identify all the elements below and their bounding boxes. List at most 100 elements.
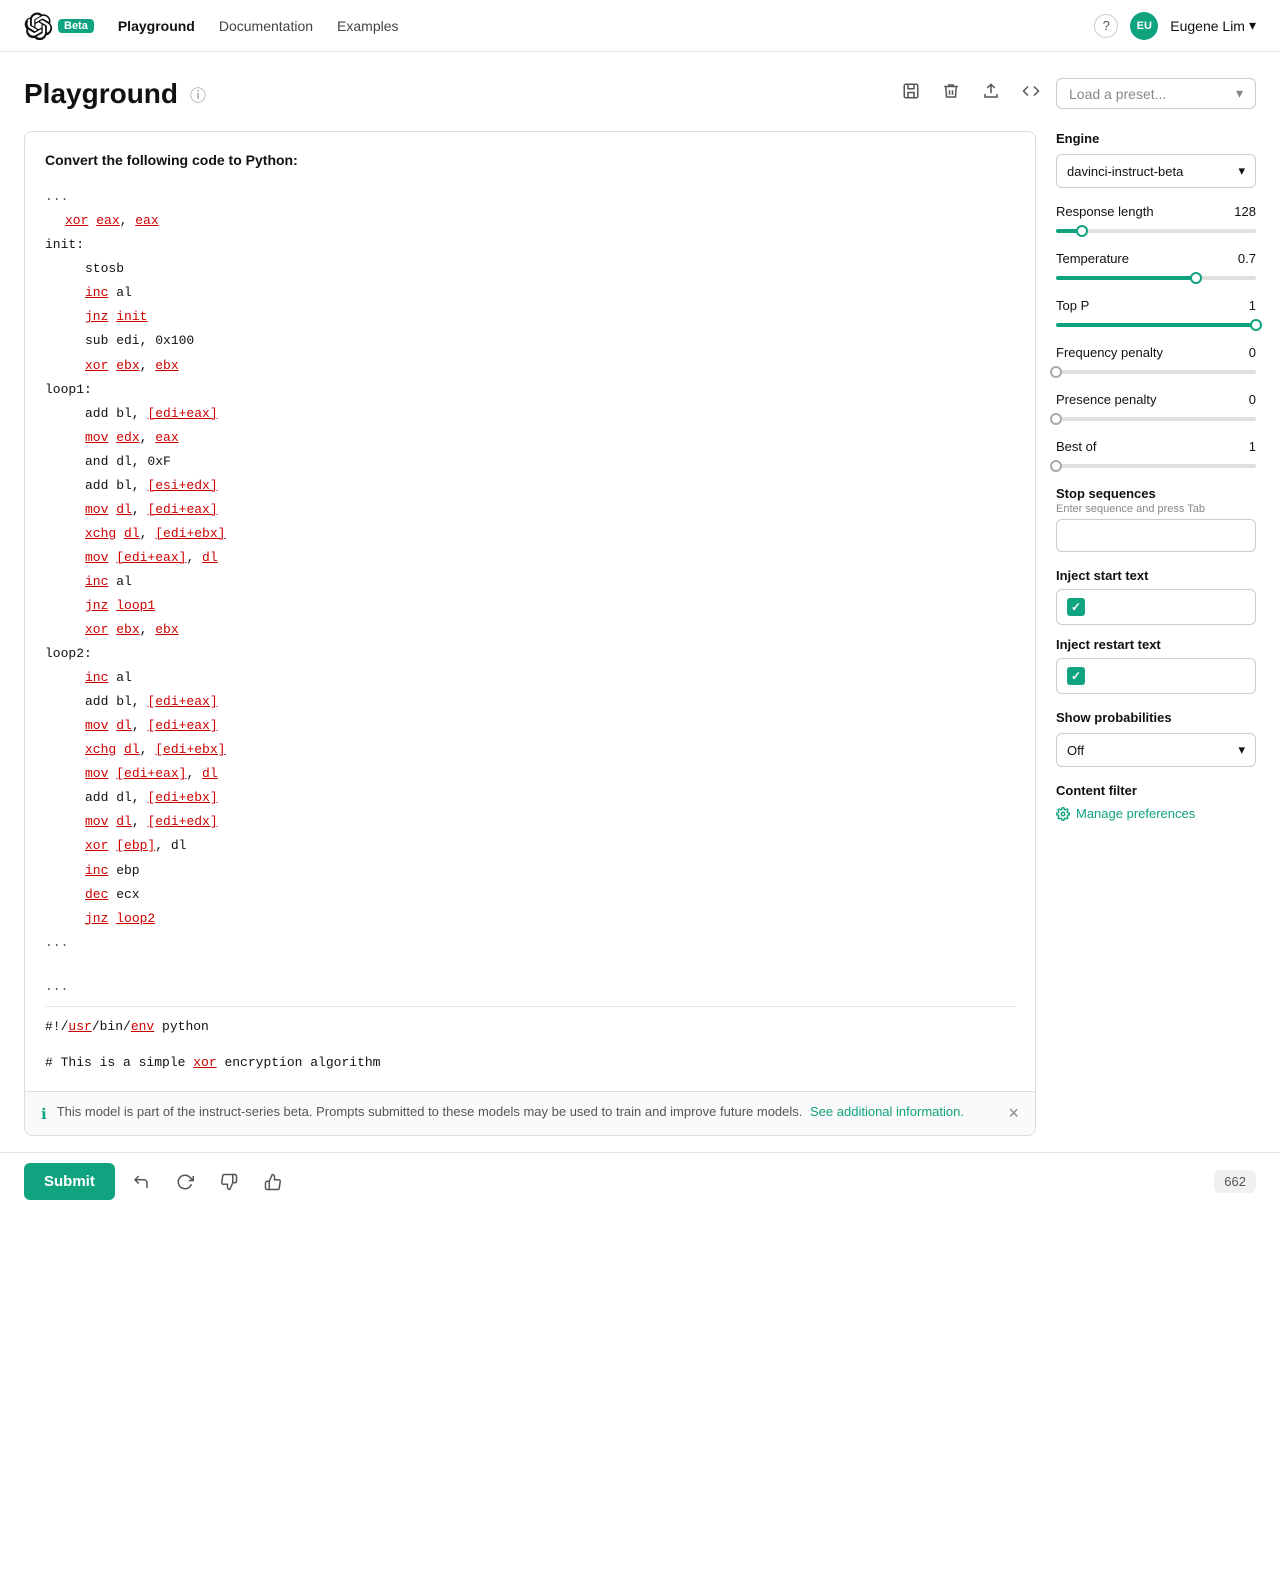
- param-frequency-penalty: Frequency penalty 0: [1056, 345, 1256, 380]
- refresh-icon: [176, 1173, 194, 1191]
- preset-placeholder: Load a preset...: [1069, 86, 1166, 102]
- undo-icon: [132, 1173, 150, 1191]
- toolbar: Load a preset... ▾: [896, 76, 1256, 111]
- checkmark-icon: ✓: [1071, 600, 1081, 614]
- inject-start-checkbox[interactable]: ✓: [1067, 598, 1085, 616]
- slider-frequency-penalty[interactable]: [1056, 364, 1256, 380]
- page-info-icon[interactable]: ⓘ: [190, 82, 206, 106]
- show-prob-select[interactable]: Off ▾: [1056, 733, 1256, 767]
- inject-restart-section: Inject restart text ✓: [1056, 637, 1256, 694]
- bottom-bar: Submit 662: [0, 1152, 1280, 1210]
- param-top-p: Top P 1: [1056, 298, 1256, 333]
- engine-chevron-icon: ▾: [1238, 163, 1245, 179]
- page-container: Playground ⓘ Load a preset... ▾: [0, 52, 1280, 1136]
- engine-label: Engine: [1056, 131, 1256, 146]
- content-filter-label: Content filter: [1056, 783, 1256, 798]
- share-button[interactable]: [976, 76, 1006, 111]
- info-close-button[interactable]: ×: [1008, 1104, 1019, 1122]
- preset-chevron-icon: ▾: [1236, 85, 1243, 102]
- thumbs-up-button[interactable]: [255, 1164, 291, 1200]
- gear-icon: [1056, 807, 1070, 821]
- slider-response-length[interactable]: [1056, 223, 1256, 239]
- show-prob-label: Show probabilities: [1056, 710, 1256, 725]
- param-label-best-of: Best of: [1056, 439, 1096, 454]
- param-label-presence-penalty: Presence penalty: [1056, 392, 1156, 407]
- editor-body[interactable]: Convert the following code to Python: ..…: [25, 132, 1035, 1091]
- param-label-top-p: Top P: [1056, 298, 1089, 313]
- page-title: Playground: [24, 78, 178, 110]
- slider-best-of[interactable]: [1056, 458, 1256, 474]
- token-count-badge: 662: [1214, 1170, 1256, 1193]
- submit-button[interactable]: Submit: [24, 1163, 115, 1200]
- stop-sequences-input[interactable]: [1056, 519, 1256, 552]
- editor-panel: Convert the following code to Python: ..…: [24, 131, 1036, 1136]
- nav-link-examples[interactable]: Examples: [337, 18, 398, 34]
- inject-start-label: Inject start text: [1056, 568, 1256, 583]
- chevron-down-icon: ▾: [1249, 17, 1256, 34]
- param-label-frequency-penalty: Frequency penalty: [1056, 345, 1163, 360]
- code-button[interactable]: [1016, 76, 1046, 111]
- slider-temperature[interactable]: [1056, 270, 1256, 286]
- sidebar: Engine davinci-instruct-beta ▾ Response …: [1056, 131, 1256, 1136]
- thumbs-down-button[interactable]: [211, 1164, 247, 1200]
- param-value-frequency-penalty: 0: [1249, 345, 1256, 360]
- help-button[interactable]: ?: [1094, 14, 1118, 38]
- nav-link-documentation[interactable]: Documentation: [219, 18, 313, 34]
- slider-top-p[interactable]: [1056, 317, 1256, 333]
- param-presence-penalty: Presence penalty 0: [1056, 392, 1256, 427]
- thumbs-down-icon: [220, 1173, 238, 1191]
- thumbs-up-icon: [264, 1173, 282, 1191]
- manage-preferences-label: Manage preferences: [1076, 806, 1195, 821]
- stop-sequences-label: Stop sequences: [1056, 486, 1256, 501]
- info-link[interactable]: See additional information.: [810, 1104, 964, 1119]
- show-prob-chevron-icon: ▾: [1238, 742, 1245, 758]
- prompt-text: Convert the following code to Python:: [45, 148, 1015, 173]
- slider-presence-penalty[interactable]: [1056, 411, 1256, 427]
- inject-start-section: Inject start text ✓: [1056, 568, 1256, 625]
- content-area: Convert the following code to Python: ..…: [24, 131, 1256, 1136]
- user-menu[interactable]: Eugene Lim ▾: [1170, 17, 1256, 34]
- nav-link-playground[interactable]: Playground: [118, 18, 195, 34]
- user-avatar: EU: [1130, 12, 1158, 40]
- nav-logo[interactable]: Beta: [24, 12, 94, 40]
- inject-restart-label: Inject restart text: [1056, 637, 1256, 652]
- checkmark2-icon: ✓: [1071, 669, 1081, 683]
- param-value-best-of: 1: [1249, 439, 1256, 454]
- refresh-button[interactable]: [167, 1164, 203, 1200]
- param-best-of: Best of 1: [1056, 439, 1256, 474]
- inject-restart-checkbox[interactable]: ✓: [1067, 667, 1085, 685]
- inject-restart-field[interactable]: ✓: [1056, 658, 1256, 694]
- page-header: Playground ⓘ Load a preset... ▾: [24, 76, 1256, 111]
- param-value-temperature: 0.7: [1238, 251, 1256, 266]
- manage-preferences-link[interactable]: Manage preferences: [1056, 806, 1256, 821]
- generated-line-comment: # This is a simple xor encryption algori…: [45, 1051, 1015, 1075]
- save-button[interactable]: [896, 76, 926, 111]
- nav-right: ? EU Eugene Lim ▾: [1094, 12, 1256, 40]
- param-value-response-length: 128: [1234, 204, 1256, 219]
- engine-select[interactable]: davinci-instruct-beta ▾: [1056, 154, 1256, 188]
- code-icon: [1022, 82, 1040, 100]
- param-value-presence-penalty: 0: [1249, 392, 1256, 407]
- nav-links: Playground Documentation Examples: [118, 18, 399, 34]
- param-response-length: Response length 128: [1056, 204, 1256, 239]
- show-prob-value: Off: [1067, 743, 1084, 758]
- share-icon: [982, 82, 1000, 100]
- show-prob-section: Show probabilities Off ▾: [1056, 710, 1256, 767]
- openai-logo-icon: [24, 12, 52, 40]
- preset-select[interactable]: Load a preset... ▾: [1056, 78, 1256, 109]
- beta-badge: Beta: [58, 19, 94, 33]
- delete-button[interactable]: [936, 76, 966, 111]
- stop-sequences-hint: Enter sequence and press Tab: [1056, 503, 1256, 515]
- stop-sequences-section: Stop sequences Enter sequence and press …: [1056, 486, 1256, 552]
- param-label-temperature: Temperature: [1056, 251, 1129, 266]
- param-value-top-p: 1: [1249, 298, 1256, 313]
- trash-icon: [942, 82, 960, 100]
- param-label-response-length: Response length: [1056, 204, 1154, 219]
- undo-button[interactable]: [123, 1164, 159, 1200]
- param-temperature: Temperature 0.7: [1056, 251, 1256, 286]
- engine-section: Engine davinci-instruct-beta ▾: [1056, 131, 1256, 188]
- inject-start-field[interactable]: ✓: [1056, 589, 1256, 625]
- content-filter-section: Content filter Manage preferences: [1056, 783, 1256, 821]
- username-label: Eugene Lim: [1170, 18, 1245, 34]
- engine-value: davinci-instruct-beta: [1067, 164, 1183, 179]
